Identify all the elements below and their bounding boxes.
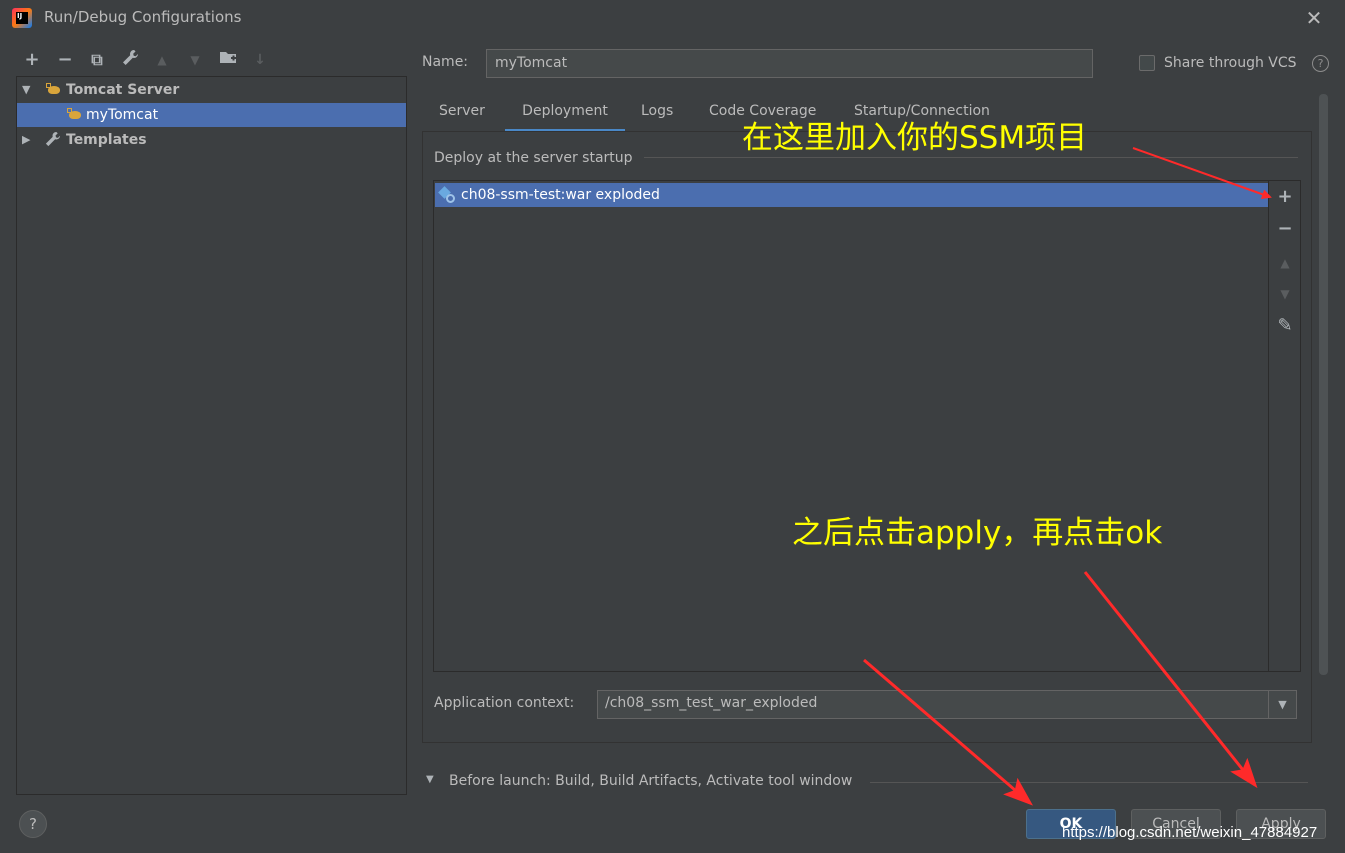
list-item[interactable]: ch08-ssm-test:war exploded xyxy=(435,183,1268,207)
list-item-label: ch08-ssm-test:war exploded xyxy=(461,187,660,203)
section-separator xyxy=(644,157,1298,158)
tree-item-label: Templates xyxy=(66,132,147,148)
share-vcs-label[interactable]: Share through VCS xyxy=(1164,55,1297,71)
deployment-list[interactable] xyxy=(433,180,1301,672)
tomcat-icon xyxy=(67,108,83,122)
add-icon[interactable]: + xyxy=(21,49,43,71)
edit-pencil-icon[interactable]: ✎ xyxy=(1274,315,1296,337)
close-icon[interactable]: ✕ xyxy=(1300,4,1328,32)
sort-icon: ↓ xyxy=(254,52,266,68)
application-context-value[interactable]: /ch08_ssm_test_war_exploded xyxy=(605,695,817,711)
configurations-tree[interactable]: ▼ Tomcat Server myTomcat ▶ Templates xyxy=(16,76,407,795)
tree-item-label: Tomcat Server xyxy=(66,82,180,98)
name-input[interactable]: myTomcat xyxy=(486,49,1093,78)
window-title: Run/Debug Configurations xyxy=(44,8,242,26)
wrench-icon[interactable] xyxy=(119,49,141,71)
tree-item-tomcat-server[interactable]: ▼ Tomcat Server xyxy=(17,78,406,102)
tree-item-mytomcat[interactable]: myTomcat xyxy=(17,103,406,127)
chevron-down-icon[interactable]: ▼ xyxy=(1268,691,1296,718)
copy-icon[interactable]: ⧉ xyxy=(86,49,108,71)
artifact-icon xyxy=(438,186,455,203)
folder-icon-svg xyxy=(220,52,236,63)
tomcat-icon xyxy=(46,83,62,97)
move-down-icon: ▼ xyxy=(1280,287,1290,301)
expand-arrow-icon[interactable]: ▶ xyxy=(22,128,34,152)
wrench-icon xyxy=(44,131,61,155)
remove-icon[interactable]: − xyxy=(54,49,76,71)
tab-deployment[interactable]: Deployment xyxy=(505,100,625,132)
wrench-icon-svg xyxy=(123,50,138,65)
tab-server[interactable]: Server xyxy=(439,100,485,132)
move-up-icon: ▲ xyxy=(1280,256,1290,270)
application-context-label: Application context: xyxy=(434,695,575,711)
tree-item-label: myTomcat xyxy=(86,107,159,123)
before-launch-separator xyxy=(870,782,1308,783)
deploy-section-title: Deploy at the server startup xyxy=(434,150,633,166)
new-folder-icon[interactable] xyxy=(217,49,239,71)
remove-artifact-icon[interactable]: − xyxy=(1274,218,1296,240)
name-label: Name: xyxy=(422,54,469,70)
collapse-arrow-icon[interactable]: ▼ xyxy=(426,774,434,785)
before-launch-label[interactable]: Before launch: Build, Build Artifacts, A… xyxy=(449,773,852,789)
vertical-scrollbar[interactable] xyxy=(1319,94,1328,675)
tab-logs[interactable]: Logs xyxy=(641,100,673,132)
expand-arrow-icon[interactable]: ▼ xyxy=(22,78,34,102)
watermark-text: https://blog.csdn.net/weixin_47884927 xyxy=(1062,824,1318,841)
intellij-app-icon: IJ xyxy=(12,8,32,28)
annotation-note-add: 在这里加入你的SSM项目 xyxy=(742,120,1088,156)
move-up-icon: ▲ xyxy=(157,53,167,67)
move-down-icon: ▼ xyxy=(190,53,200,67)
add-artifact-icon[interactable]: + xyxy=(1274,186,1296,208)
help-icon[interactable]: ? xyxy=(1312,55,1329,72)
tree-item-templates[interactable]: ▶ Templates xyxy=(17,128,406,152)
app-icon-text: IJ xyxy=(16,12,28,24)
help-button[interactable]: ? xyxy=(19,810,47,838)
annotation-note-apply: 之后点击apply，再点击ok xyxy=(792,515,1163,551)
share-vcs-checkbox[interactable] xyxy=(1139,55,1155,71)
